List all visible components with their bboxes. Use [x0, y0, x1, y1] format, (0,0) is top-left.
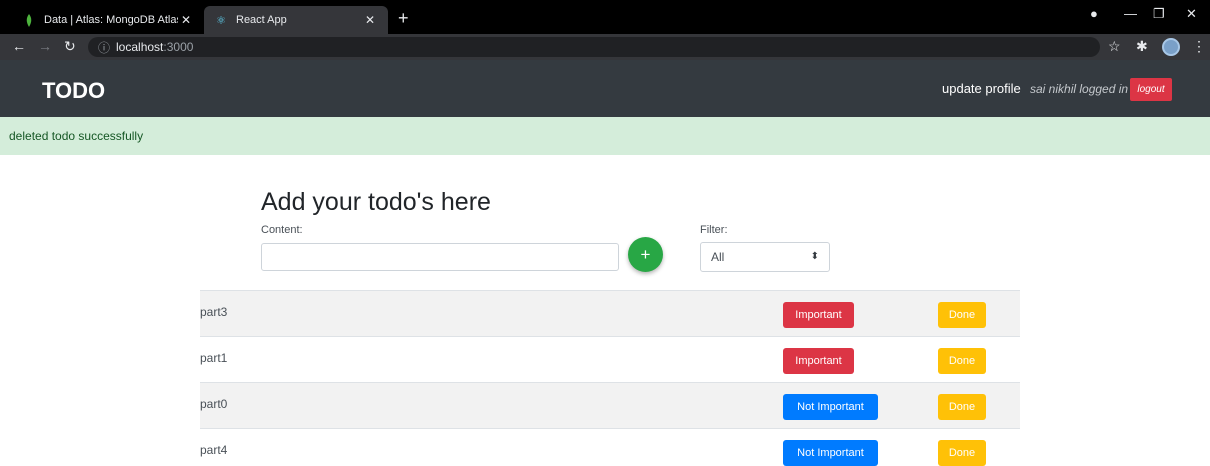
browser-tab-strip: Data | Atlas: MongoDB Atlas ✕ ⚛ React Ap… [0, 0, 1210, 34]
logged-in-status: sai nikhil logged in [1030, 82, 1129, 96]
todo-text: part0 [200, 397, 228, 411]
plus-icon: + [640, 244, 651, 264]
important-toggle-button[interactable]: Not Important [783, 440, 878, 466]
tab-title: React App [236, 14, 287, 26]
todo-row: part3 Important Done [200, 290, 1020, 336]
mongodb-leaf-icon [22, 13, 36, 27]
app-navbar: TODO update profile sai nikhil logged in… [0, 60, 1210, 117]
logout-button[interactable]: logout [1130, 78, 1172, 101]
done-button[interactable]: Done [938, 302, 986, 328]
update-profile-link[interactable]: update profile [942, 81, 1021, 96]
success-alert: deleted todo successfully [0, 117, 1210, 155]
tab-react-app[interactable]: ⚛ React App ✕ [204, 6, 388, 34]
done-button[interactable]: Done [938, 348, 986, 374]
done-button[interactable]: Done [938, 394, 986, 420]
filter-label: Filter: [700, 224, 728, 236]
close-tab-icon[interactable]: ✕ [362, 13, 378, 27]
brand-title[interactable]: TODO [42, 78, 105, 104]
address-bar[interactable]: ⓘ localhost:3000 [88, 37, 1100, 57]
tab-title: Data | Atlas: MongoDB Atlas [44, 14, 178, 26]
info-icon[interactable]: ⓘ [98, 39, 110, 56]
react-icon: ⚛ [216, 14, 226, 27]
extensions-icon[interactable]: ✱ [1136, 38, 1148, 55]
add-todo-button[interactable]: + [628, 237, 663, 272]
minimize-icon[interactable]: — [1124, 6, 1137, 21]
todo-text: part1 [200, 351, 228, 365]
profile-menu-icon[interactable]: ● [1090, 6, 1098, 21]
forward-icon[interactable]: → [38, 38, 52, 54]
url-port: :3000 [163, 40, 194, 54]
todo-row: part1 Important Done [200, 336, 1020, 382]
done-button[interactable]: Done [938, 440, 986, 466]
page-title: Add your todo's here [261, 188, 491, 216]
important-toggle-button[interactable]: Important [783, 348, 854, 374]
content-label: Content: [261, 224, 303, 236]
new-tab-icon[interactable]: + [398, 9, 409, 27]
reload-icon[interactable]: ↻ [64, 38, 76, 55]
chrome-menu-icon[interactable]: ⋮ [1192, 38, 1206, 55]
maximize-icon[interactable]: ❐ [1153, 6, 1165, 22]
bookmark-star-icon[interactable]: ☆ [1108, 38, 1121, 55]
close-window-icon[interactable]: ✕ [1186, 6, 1197, 22]
important-toggle-button[interactable]: Not Important [783, 394, 878, 420]
url-host: localhost [116, 40, 164, 54]
browser-toolbar: ← → ↻ ⓘ localhost:3000 ☆ ✱ ⋮ [0, 34, 1210, 60]
select-caret-icon: ⬍ [810, 251, 819, 262]
close-tab-icon[interactable]: ✕ [178, 13, 194, 27]
content-input[interactable] [261, 243, 619, 271]
important-toggle-button[interactable]: Important [783, 302, 854, 328]
filter-select[interactable]: All ⬍ [700, 242, 830, 272]
filter-selected-value: All [711, 250, 725, 264]
todo-text: part3 [200, 305, 228, 319]
todo-row: part0 Not Important Done [200, 382, 1020, 428]
todo-text: part4 [200, 443, 228, 457]
tab-mongodb-atlas[interactable]: Data | Atlas: MongoDB Atlas ✕ [12, 6, 204, 34]
back-icon[interactable]: ← [12, 38, 26, 54]
todo-row: part4 Not Important Done [200, 428, 1020, 466]
avatar[interactable] [1162, 38, 1180, 56]
